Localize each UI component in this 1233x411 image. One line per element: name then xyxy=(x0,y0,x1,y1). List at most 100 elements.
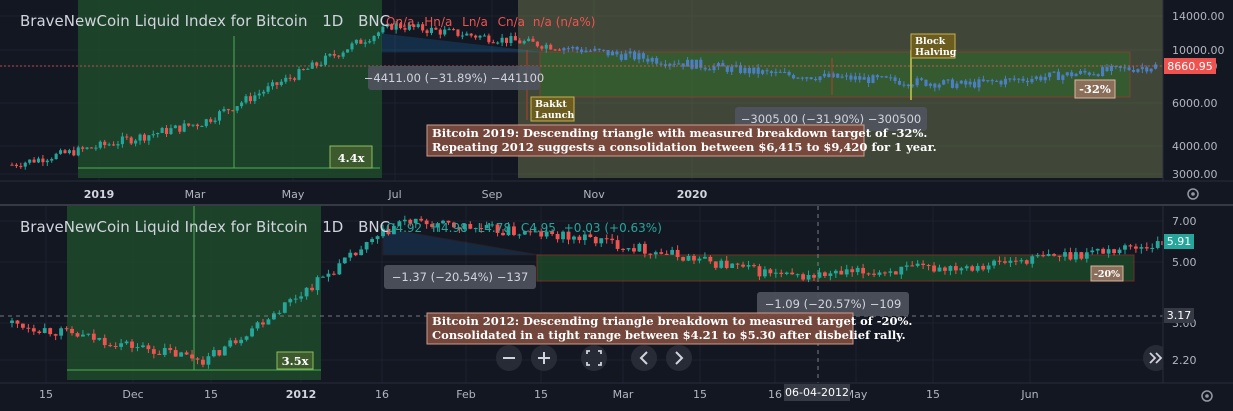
candle-body xyxy=(23,162,27,167)
candle-body xyxy=(943,267,947,271)
candle-body xyxy=(156,133,160,135)
scroll-right-button[interactable] xyxy=(666,345,692,371)
candle-body xyxy=(926,265,931,267)
candle-body xyxy=(1133,246,1138,249)
candle-body xyxy=(70,328,74,334)
candle-body xyxy=(222,109,226,112)
zoom-in-button[interactable] xyxy=(531,345,557,371)
candle-body xyxy=(359,249,364,256)
candle-body xyxy=(1112,249,1116,254)
candle-body xyxy=(157,353,162,355)
candle-body xyxy=(756,67,760,74)
candle-body xyxy=(36,158,41,163)
candle-body xyxy=(899,266,904,275)
candle-body xyxy=(615,240,620,249)
candle-body xyxy=(1063,252,1067,257)
candle-body xyxy=(222,346,227,356)
candle-body xyxy=(1034,76,1038,79)
candle-body xyxy=(950,79,955,88)
time-tick-label: 2020 xyxy=(677,188,708,201)
candle-body xyxy=(518,40,522,44)
candle-body xyxy=(968,81,972,85)
top-ohlc-readout: On/a Hn/a Ln/a Cn/a n/a (n/a%) xyxy=(386,15,595,29)
candle-body xyxy=(465,33,469,36)
reset-chart-button[interactable] xyxy=(581,345,607,371)
zoom-out-button[interactable] xyxy=(496,345,522,371)
top-measure-1: −4411.00 (−31.89%) −441100 xyxy=(364,71,545,85)
candle-body xyxy=(946,79,950,81)
scroll-left-button[interactable] xyxy=(631,345,657,371)
bottom-target: -20% xyxy=(1094,269,1120,280)
candle-body xyxy=(1056,71,1060,80)
candle-body xyxy=(350,43,354,50)
candle-body xyxy=(315,62,319,66)
candle-body xyxy=(478,35,482,38)
candle-body xyxy=(253,95,257,102)
candle-body xyxy=(724,260,729,268)
candle-body xyxy=(45,160,49,163)
candle-body xyxy=(928,83,932,86)
candle-body xyxy=(282,302,287,313)
candle-body xyxy=(53,334,58,336)
candle-body xyxy=(1150,247,1155,249)
candle-body xyxy=(690,59,694,69)
candle-body xyxy=(326,273,331,277)
candle-body xyxy=(86,333,91,335)
candle-body xyxy=(306,68,310,70)
candle-body xyxy=(89,147,94,149)
candle-body xyxy=(977,79,981,88)
candle-body xyxy=(1030,256,1035,264)
candle-body xyxy=(102,337,107,346)
candle-body xyxy=(1024,260,1029,264)
candle-body xyxy=(1041,255,1046,257)
candle-body xyxy=(1109,65,1113,71)
candle-body xyxy=(888,271,893,273)
candle-body xyxy=(213,120,217,122)
candle-body xyxy=(646,58,650,62)
candle-body xyxy=(250,328,254,337)
candle-body xyxy=(844,75,849,77)
candle-body xyxy=(796,77,800,79)
candle-body xyxy=(575,47,579,50)
candle-body xyxy=(513,36,517,41)
candle-body xyxy=(795,274,800,276)
candle-body xyxy=(762,269,767,277)
candle-body xyxy=(836,73,840,78)
candle-body xyxy=(72,150,76,156)
candle-body xyxy=(244,96,248,103)
candle-body xyxy=(1052,254,1056,256)
candle-body xyxy=(125,136,129,138)
candle-body xyxy=(747,67,751,74)
price-tick-label: 2.20 xyxy=(1172,354,1197,367)
halving-event-label-2: Halving xyxy=(915,47,957,58)
candle-body xyxy=(328,54,332,56)
candle-body xyxy=(791,75,796,79)
candle-body xyxy=(800,77,804,79)
candle-body xyxy=(730,66,734,72)
candle-body xyxy=(659,63,663,65)
candle-body xyxy=(840,76,844,78)
candle-body xyxy=(107,144,111,146)
candle-body xyxy=(904,265,909,267)
candle-body xyxy=(871,75,875,83)
candle-body xyxy=(942,80,946,85)
candle-body xyxy=(487,35,491,43)
candle-body xyxy=(178,125,182,132)
candle-body xyxy=(801,274,806,280)
candle-body xyxy=(195,124,199,127)
candle-body xyxy=(535,41,539,47)
candle-body xyxy=(741,264,745,267)
candle-body xyxy=(549,44,553,50)
candle-body xyxy=(120,136,124,145)
candle-body xyxy=(806,275,811,280)
candle-body xyxy=(63,150,67,154)
candle-body xyxy=(637,243,642,252)
candle-body xyxy=(1021,78,1025,81)
consolidation-box-2019 xyxy=(539,51,1131,98)
candle-body xyxy=(839,270,844,275)
candle-body xyxy=(602,49,606,51)
candle-body xyxy=(235,106,239,111)
candle-body xyxy=(113,345,118,347)
candle-body xyxy=(76,147,80,156)
candle-body xyxy=(41,158,45,163)
